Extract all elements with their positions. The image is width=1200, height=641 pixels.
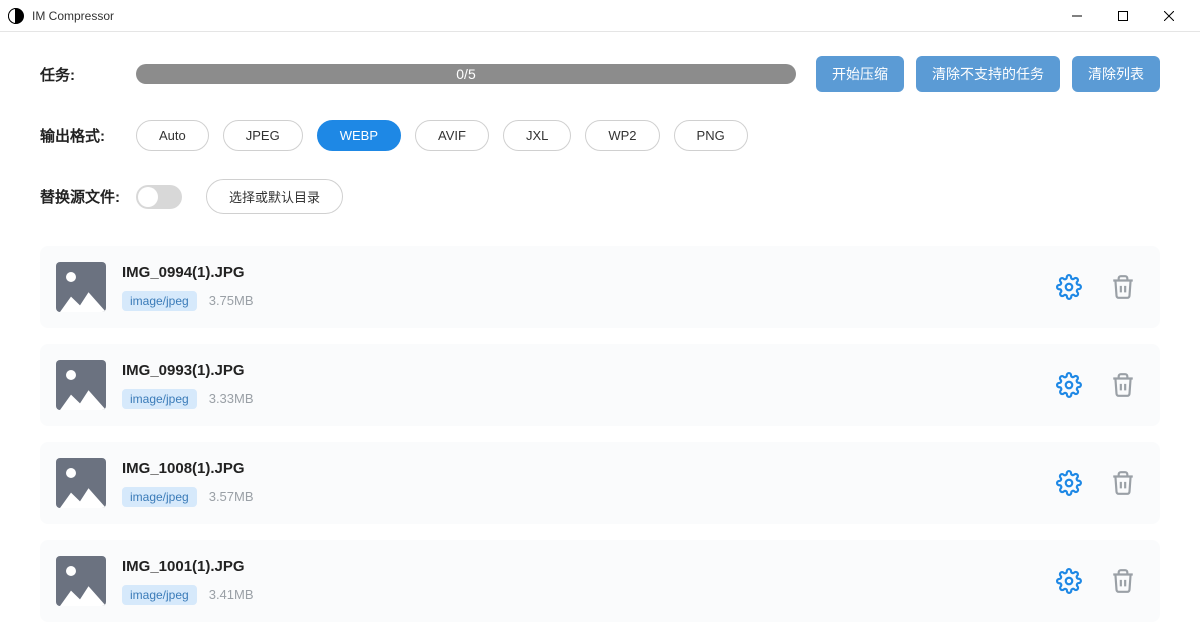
file-size: 3.33MB <box>209 391 254 406</box>
file-info: IMG_0994(1).JPG image/jpeg 3.75MB <box>122 264 1056 311</box>
settings-icon[interactable] <box>1056 372 1082 398</box>
titlebar: IM Compressor <box>0 0 1200 32</box>
mime-badge: image/jpeg <box>122 291 197 311</box>
clear-unsupported-button[interactable]: 清除不支持的任务 <box>916 56 1060 92</box>
image-icon <box>56 360 106 410</box>
progress-text: 0/5 <box>456 66 475 82</box>
file-name: IMG_0994(1).JPG <box>122 264 1056 281</box>
file-meta: image/jpeg 3.33MB <box>122 389 1056 409</box>
file-name: IMG_1008(1).JPG <box>122 460 1056 477</box>
choose-dir-button[interactable]: 选择或默认目录 <box>206 179 343 214</box>
app-title: IM Compressor <box>32 9 1054 23</box>
file-item: IMG_1008(1).JPG image/jpeg 3.57MB <box>40 442 1160 524</box>
file-actions <box>1056 568 1136 594</box>
format-option-jpeg[interactable]: JPEG <box>223 120 303 151</box>
replace-row: 替换源文件: 选择或默认目录 <box>40 179 1160 214</box>
file-actions <box>1056 274 1136 300</box>
format-option-webp[interactable]: WEBP <box>317 120 401 151</box>
close-button[interactable] <box>1146 0 1192 32</box>
file-info: IMG_1008(1).JPG image/jpeg 3.57MB <box>122 460 1056 507</box>
file-name: IMG_1001(1).JPG <box>122 558 1056 575</box>
top-actions: 开始压缩 清除不支持的任务 清除列表 <box>816 56 1160 92</box>
settings-icon[interactable] <box>1056 568 1082 594</box>
file-meta: image/jpeg 3.41MB <box>122 585 1056 605</box>
format-option-auto[interactable]: Auto <box>136 120 209 151</box>
format-label: 输出格式: <box>40 125 136 146</box>
file-item: IMG_0994(1).JPG image/jpeg 3.75MB <box>40 246 1160 328</box>
format-option-avif[interactable]: AVIF <box>415 120 489 151</box>
progress-wrap: 0/5 <box>136 64 796 84</box>
task-row: 任务: 0/5 开始压缩 清除不支持的任务 清除列表 <box>40 56 1160 92</box>
main-content: 任务: 0/5 开始压缩 清除不支持的任务 清除列表 输出格式: Auto JPE… <box>0 32 1200 641</box>
delete-icon[interactable] <box>1110 274 1136 300</box>
replace-source-toggle[interactable] <box>136 185 182 209</box>
mime-badge: image/jpeg <box>122 585 197 605</box>
progress-bar: 0/5 <box>136 64 796 84</box>
file-item: IMG_1001(1).JPG image/jpeg 3.41MB <box>40 540 1160 622</box>
file-size: 3.57MB <box>209 489 254 504</box>
file-meta: image/jpeg 3.57MB <box>122 487 1056 507</box>
mime-badge: image/jpeg <box>122 487 197 507</box>
file-size: 3.75MB <box>209 293 254 308</box>
file-meta: image/jpeg 3.75MB <box>122 291 1056 311</box>
file-list: IMG_0994(1).JPG image/jpeg 3.75MB IMG_0993(… <box>40 246 1160 622</box>
format-option-png[interactable]: PNG <box>674 120 748 151</box>
start-compress-button[interactable]: 开始压缩 <box>816 56 904 92</box>
app-icon <box>8 8 24 24</box>
file-actions <box>1056 372 1136 398</box>
window-controls <box>1054 0 1192 32</box>
format-option-wp2[interactable]: WP2 <box>585 120 659 151</box>
format-row: 输出格式: Auto JPEG WEBP AVIF JXL WP2 PNG <box>40 120 1160 151</box>
file-info: IMG_0993(1).JPG image/jpeg 3.33MB <box>122 362 1056 409</box>
clear-list-button[interactable]: 清除列表 <box>1072 56 1160 92</box>
maximize-button[interactable] <box>1100 0 1146 32</box>
delete-icon[interactable] <box>1110 372 1136 398</box>
image-icon <box>56 556 106 606</box>
file-size: 3.41MB <box>209 587 254 602</box>
delete-icon[interactable] <box>1110 568 1136 594</box>
settings-icon[interactable] <box>1056 470 1082 496</box>
format-group: Auto JPEG WEBP AVIF JXL WP2 PNG <box>136 120 748 151</box>
replace-label: 替换源文件: <box>40 186 136 207</box>
task-label: 任务: <box>40 64 136 85</box>
file-info: IMG_1001(1).JPG image/jpeg 3.41MB <box>122 558 1056 605</box>
file-item: IMG_0993(1).JPG image/jpeg 3.33MB <box>40 344 1160 426</box>
settings-icon[interactable] <box>1056 274 1082 300</box>
mime-badge: image/jpeg <box>122 389 197 409</box>
image-icon <box>56 458 106 508</box>
format-option-jxl[interactable]: JXL <box>503 120 571 151</box>
delete-icon[interactable] <box>1110 470 1136 496</box>
image-icon <box>56 262 106 312</box>
file-actions <box>1056 470 1136 496</box>
file-name: IMG_0993(1).JPG <box>122 362 1056 379</box>
minimize-button[interactable] <box>1054 0 1100 32</box>
